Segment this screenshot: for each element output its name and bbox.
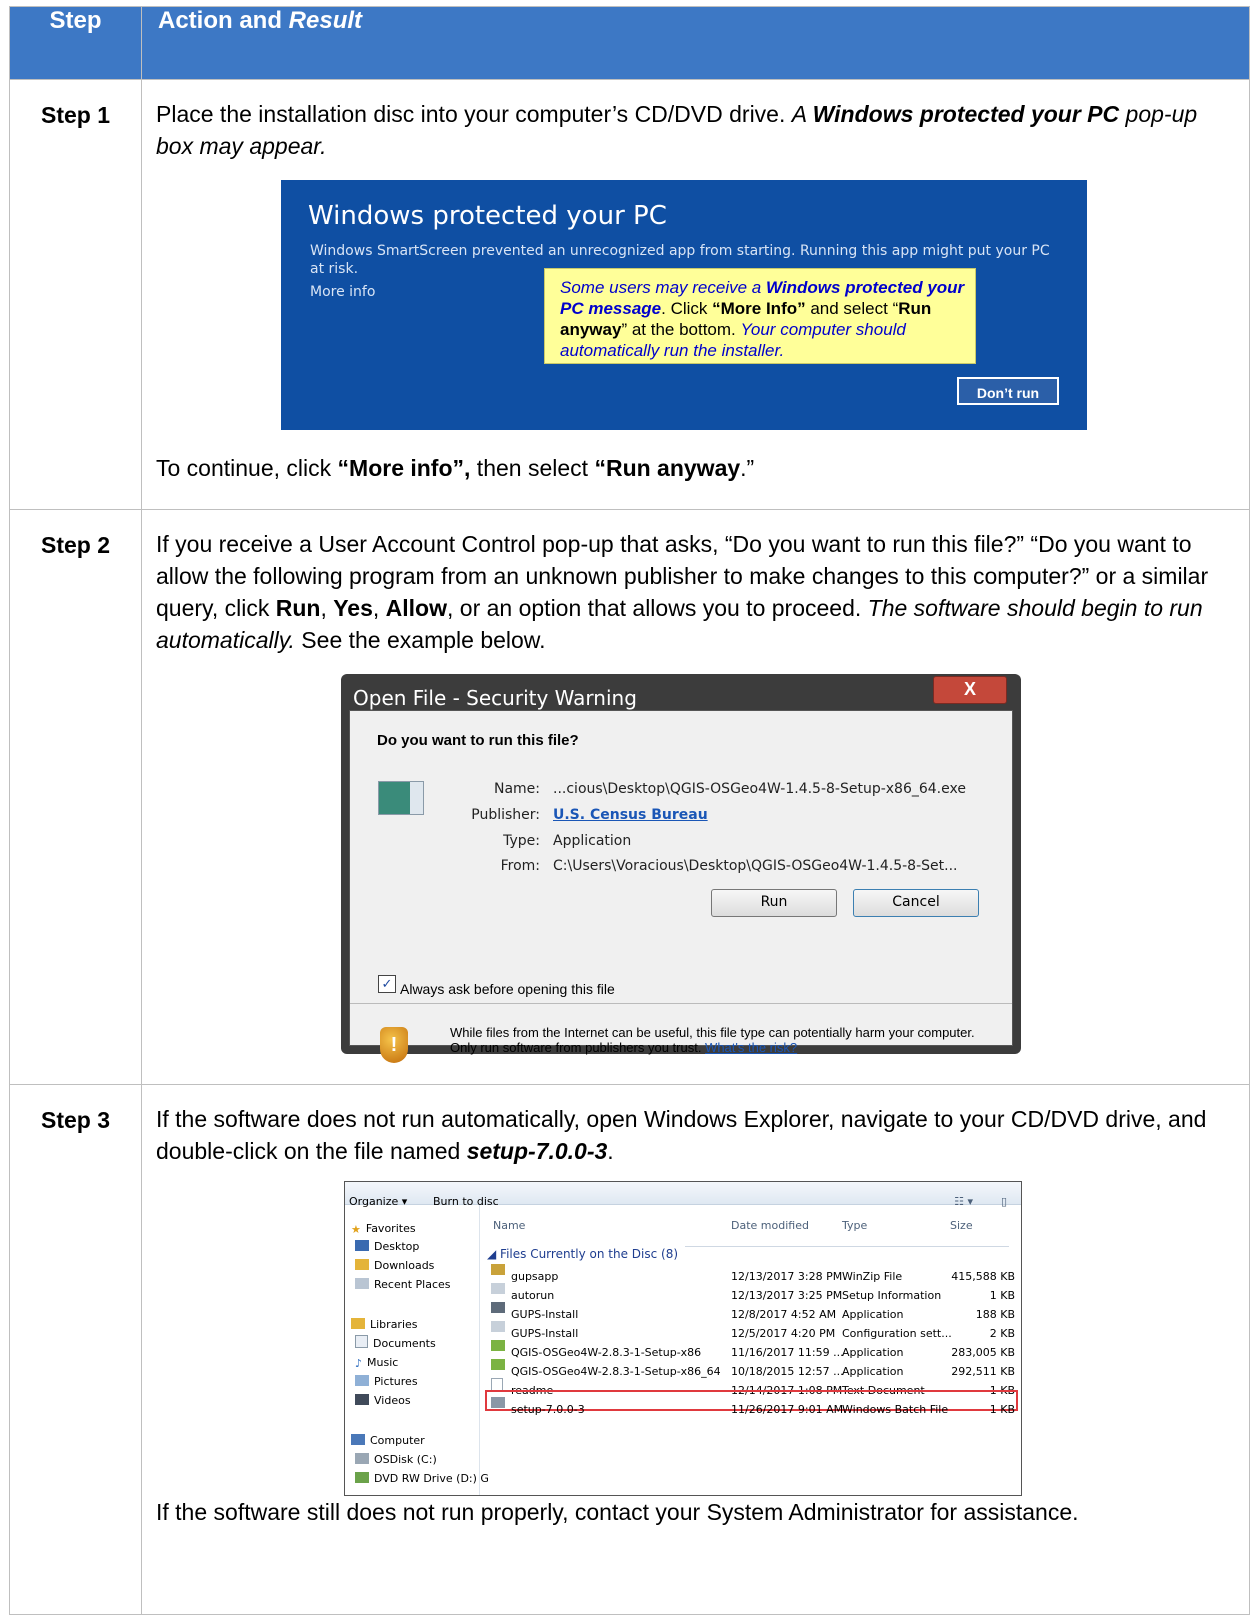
dialog-question: Do you want to run this file? <box>377 732 579 749</box>
nav-dvd-drive[interactable]: DVD RW Drive (D:) G <box>355 1463 489 1495</box>
file-row[interactable]: readme 12/14/2017 1:08 PM Text Document 1 K… <box>487 1372 1015 1397</box>
step-1-body: Place the installation disc into your co… <box>141 79 1250 510</box>
file-row[interactable]: GUPS-Install 12/5/2017 4:20 PM Configurati… <box>487 1315 1015 1340</box>
dialog-content: Do you want to run this file? Name: ...ci… <box>349 710 1013 1063</box>
file-row[interactable]: QGIS-OSGeo4W-2.8.3-1-Setup-x86 11/16/2017… <box>487 1334 1015 1359</box>
smartscreen-callout: Some users may receive a Windows protect… <box>544 268 976 364</box>
step-1-row: Step 1 Place the installation disc into … <box>9 79 1250 510</box>
explorer-window: Organize ▾ Burn to disc ☷ ▾ ▯ ★ Favorites… <box>344 1181 1022 1496</box>
col-date-modified[interactable]: Date modified <box>731 1210 809 1242</box>
navigation-pane: ★ Favorites Desktop Downloads Recent Plac… <box>345 1205 489 1495</box>
step-3-instruction: If the software does not run automatical… <box>156 1106 1207 1164</box>
dvd-drive-icon <box>355 1472 369 1483</box>
step-2-row: Step 2 If you receive a User Account Con… <box>9 509 1250 1085</box>
always-ask-label: Always ask before opening this file <box>400 981 615 997</box>
step-1-instruction: Place the installation disc into your co… <box>156 101 1198 159</box>
step-3-body: If the software does not run automatical… <box>141 1084 1250 1615</box>
file-row[interactable]: GUPS-Install 12/8/2017 4:52 AM Application… <box>487 1296 1015 1321</box>
security-warning-dialog: Open File - Security Warning X Do you wa… <box>341 674 1021 1063</box>
music-icon: ♪ <box>355 1357 363 1370</box>
dont-run-button[interactable]: Don’t run <box>957 377 1059 405</box>
dialog-divider <box>350 1003 1012 1004</box>
header-row: Step Action and Result <box>9 6 1250 80</box>
file-row[interactable]: gupsapp 12/13/2017 3:28 PM WinZip File 415,… <box>487 1258 1015 1283</box>
nav-recent-places[interactable]: Recent Places <box>355 1269 451 1301</box>
whats-the-risk-link[interactable]: What's the risk? <box>705 1040 797 1055</box>
smartscreen-title: Windows protected your PC <box>308 201 667 231</box>
file-row-setup-highlighted[interactable]: setup-7.0.0-3 11/26/2017 9:01 AM Windows B… <box>485 1390 1018 1416</box>
application-icon <box>491 1299 505 1313</box>
step-3-fallback: If the software still does not run prope… <box>156 1499 1079 1525</box>
col-type[interactable]: Type <box>842 1210 867 1242</box>
close-icon[interactable]: X <box>933 676 1007 704</box>
smartscreen-screenshot: Windows protected your PC Windows SmartS… <box>281 180 1087 430</box>
header-step: Step <box>9 6 142 80</box>
instruction-table: Step Action and Result Step 1 Place the … <box>9 6 1250 1615</box>
winzip-icon <box>491 1261 505 1275</box>
preview-pane-icon[interactable]: ▯ <box>1001 1186 1007 1218</box>
cancel-button[interactable]: Cancel <box>853 889 979 917</box>
recent-icon <box>355 1278 369 1289</box>
explorer-toolbar: Organize ▾ Burn to disc ☷ ▾ ▯ <box>345 1182 1021 1208</box>
qgis-icon <box>491 1356 505 1370</box>
step-2-label: Step 2 <box>9 509 142 1085</box>
file-row[interactable]: autorun 12/13/2017 3:25 PM Setup Informati… <box>487 1277 1015 1302</box>
more-info-link[interactable]: More info <box>310 276 375 308</box>
text-file-icon <box>491 1375 505 1391</box>
header-action: Action and Result <box>141 6 1250 80</box>
group-divider <box>685 1246 1009 1247</box>
step-3-row: Step 3 If the software does not run auto… <box>9 1084 1250 1615</box>
col-size[interactable]: Size <box>950 1210 973 1242</box>
video-icon <box>355 1394 369 1405</box>
warning-text: While files from the Internet can be use… <box>450 1025 975 1055</box>
settings-file-icon <box>491 1318 505 1332</box>
shield-warning-icon: ! <box>380 1027 408 1063</box>
nav-videos[interactable]: Videos <box>355 1385 411 1417</box>
step-1-continue: To continue, click “More info”, then sel… <box>156 455 755 481</box>
star-icon: ★ <box>351 1223 361 1236</box>
instruction-table-wrapper: Step Action and Result Step 1 Place the … <box>9 6 1250 1615</box>
run-button[interactable]: Run <box>711 889 837 917</box>
header-result: Result <box>288 7 363 34</box>
settings-file-icon <box>491 1280 505 1294</box>
file-row[interactable]: QGIS-OSGeo4W-2.8.3-1-Setup-x86_64 10/18/2… <box>487 1353 1015 1378</box>
step-3-label: Step 3 <box>9 1084 142 1615</box>
qgis-icon <box>491 1337 505 1351</box>
step-1-label: Step 1 <box>9 79 142 510</box>
batch-file-icon <box>491 1394 505 1408</box>
always-ask-checkbox[interactable]: ✓ <box>378 975 396 993</box>
step-2-instruction: If you receive a User Account Control po… <box>156 531 1209 653</box>
step-2-body: If you receive a User Account Control po… <box>141 509 1250 1085</box>
publisher-link[interactable]: U.S. Census Bureau <box>553 806 708 824</box>
